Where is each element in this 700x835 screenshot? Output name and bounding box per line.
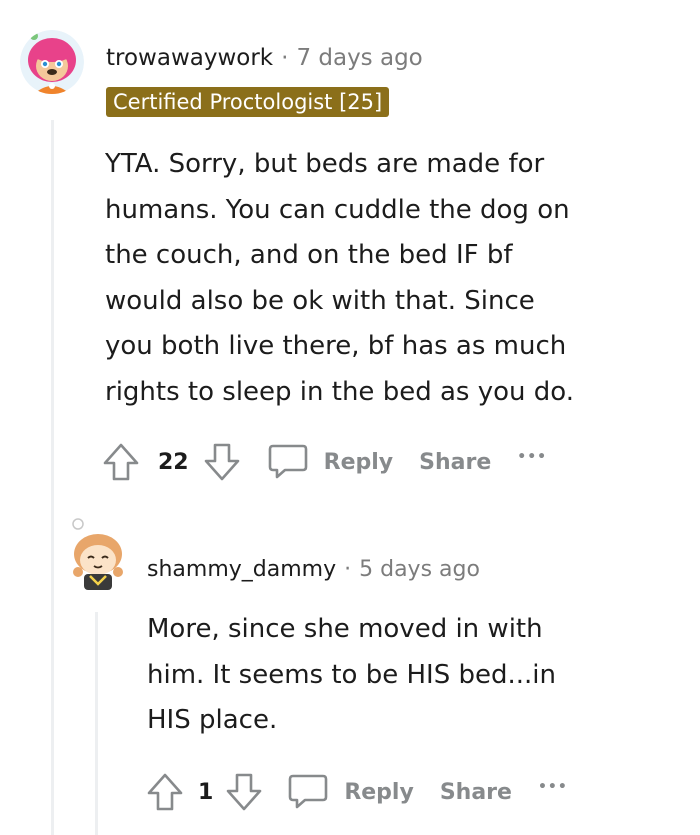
vote-count: 22	[158, 449, 189, 475]
avatar-image	[66, 518, 130, 594]
upvote-icon[interactable]	[102, 442, 140, 482]
timestamp[interactable]: 7 days ago	[296, 44, 422, 72]
avatar[interactable]	[66, 518, 130, 596]
username[interactable]: shammy_dammy	[147, 556, 336, 584]
reply-button[interactable]: Reply	[287, 771, 414, 813]
comment-line: the couch, and on the bed IF bf	[105, 240, 513, 270]
comment-thread: trowawaywork · 7 days ago Certified Proc…	[0, 0, 700, 835]
separator-dot: ·	[344, 557, 352, 582]
more-options-icon[interactable]: •••	[517, 449, 547, 465]
comment-line: humans. You can cuddle the dog on	[105, 194, 570, 225]
comment-line: would also be ok with that. Since	[105, 285, 535, 316]
share-button[interactable]: Share	[440, 780, 512, 805]
timestamp[interactable]: 5 days ago	[359, 556, 480, 584]
comment-line: HIS place.	[147, 705, 278, 735]
reply-button[interactable]: Reply	[267, 441, 394, 483]
avatar-image	[20, 30, 84, 94]
comment-line: you both live there, bf has as much	[105, 331, 567, 361]
downvote-icon[interactable]	[203, 442, 241, 482]
comment-actions: 22 Reply Share •••	[102, 440, 547, 484]
comment-meta: trowawaywork · 7 days ago	[106, 44, 423, 72]
comment-line: rights to sleep in the bed as you do.	[105, 376, 574, 407]
comment-actions: 1 Reply Share •••	[146, 770, 568, 814]
thread-line[interactable]	[51, 120, 54, 835]
comment-body: More, since she moved in with him. It se…	[147, 607, 556, 744]
reply-label: Reply	[323, 449, 394, 475]
reply-label: Reply	[344, 779, 414, 805]
avatar[interactable]	[20, 30, 84, 94]
comment-bubble-icon	[267, 441, 309, 483]
comment-line: him. It seems to be HIS bed...in	[147, 659, 556, 690]
comment-body: YTA. Sorry, but beds are made for humans…	[105, 142, 574, 415]
separator-dot: ·	[281, 45, 289, 71]
more-options-icon[interactable]: •••	[538, 779, 568, 795]
upvote-icon[interactable]	[146, 772, 184, 812]
comment-bubble-icon	[287, 771, 329, 813]
username[interactable]: trowawaywork	[106, 44, 273, 72]
comment-line: YTA. Sorry, but beds are made for	[105, 149, 545, 179]
share-button[interactable]: Share	[419, 450, 491, 475]
comment-line: More, since she moved in with	[147, 614, 543, 644]
comment-meta: shammy_dammy · 5 days ago	[147, 556, 480, 584]
downvote-icon[interactable]	[225, 772, 263, 812]
vote-count: 1	[198, 779, 214, 805]
thread-line[interactable]	[95, 612, 98, 835]
user-flair: Certified Proctologist [25]	[106, 87, 390, 117]
